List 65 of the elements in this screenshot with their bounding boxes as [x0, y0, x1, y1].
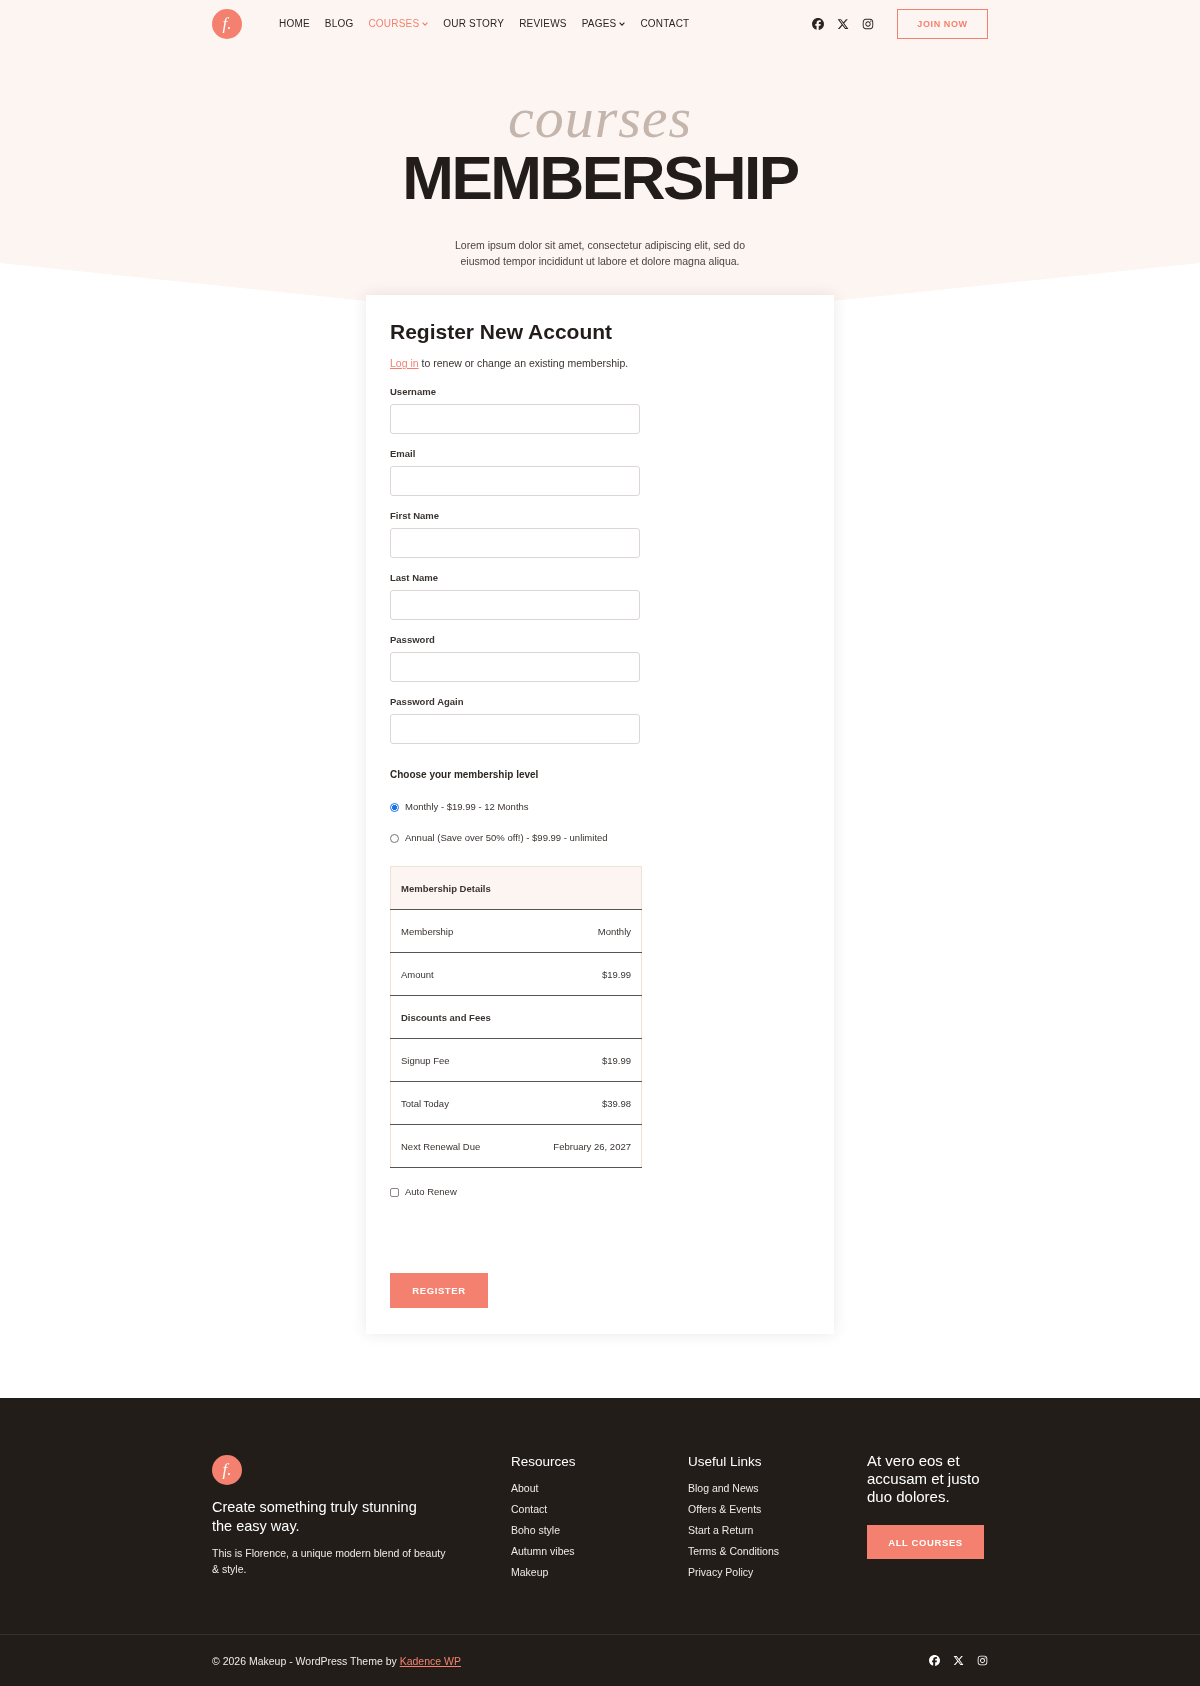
footer-tagline: Create something truly stunning the easy way. [212, 1498, 418, 1535]
footer-link[interactable]: Blog and News [688, 1481, 759, 1496]
footer-link[interactable]: Boho style [511, 1523, 561, 1538]
instagram-icon[interactable] [862, 18, 874, 30]
table-cell: Signup Fee [390, 1038, 517, 1082]
footer-link[interactable]: Terms & Conditions [688, 1544, 780, 1559]
section-heading: Choose your membership level [390, 768, 539, 782]
footer-link[interactable]: Contact [511, 1502, 548, 1517]
footer-column-title: Resources [511, 1453, 576, 1471]
facebook-icon[interactable] [929, 1655, 940, 1666]
copyright-text: © 2026 Makeup - WordPress Theme by Kadence WP [212, 1653, 461, 1668]
checkbox[interactable] [390, 1187, 399, 1197]
nav-link[interactable]: PAGES [581, 17, 626, 31]
checkbox-label[interactable]: Auto Renew [405, 1185, 457, 1199]
nav-link[interactable]: HOME [279, 17, 310, 31]
field-label: Username [390, 385, 437, 398]
radio-button[interactable] [390, 833, 399, 843]
login-prompt: Log in to renew or change an existing membership. [390, 356, 629, 370]
table-cell: February 26, 2027 [517, 1124, 642, 1168]
input-field[interactable] [390, 652, 640, 682]
form-title: Register New Account [390, 320, 613, 344]
x-logo-icon[interactable] [953, 1655, 964, 1666]
cta-text: At vero eos et accusam et justo duo dolores. [867, 1452, 981, 1506]
table-header-cell: Membership Details [390, 866, 642, 910]
input-field[interactable] [390, 590, 640, 620]
x-logo-icon[interactable] [837, 18, 849, 30]
footer-link[interactable]: Privacy Policy [688, 1565, 754, 1580]
hero-description: Lorem ipsum dolor sit amet, consectetur adipiscing elit, sed do eiusmod tempor incididunt ut labore et dolore magna aliqua. [453, 238, 747, 269]
nav-link[interactable]: REVIEWS [519, 17, 567, 31]
table-cell: Membership [390, 909, 517, 953]
nav-link[interactable]: CONTACT [640, 17, 690, 31]
table-cell: Next Renewal Due [390, 1124, 517, 1168]
field-label: Last Name [390, 571, 440, 584]
field-label: Password [390, 633, 436, 646]
footer-link[interactable]: Offers & Events [688, 1502, 762, 1517]
nav-link[interactable]: BLOG [324, 17, 354, 31]
table-cell: $19.99 [517, 952, 642, 996]
table-section-cell: Discounts and Fees [390, 995, 642, 1039]
table-cell: $19.99 [517, 1038, 642, 1082]
footer-link[interactable]: Start a Return [688, 1523, 754, 1538]
option-label[interactable]: Monthly - $19.99 - 12 Months [405, 800, 529, 814]
input-field[interactable] [390, 714, 640, 744]
table-cell: $39.98 [517, 1081, 642, 1125]
instagram-icon[interactable] [977, 1655, 988, 1666]
footer-description: This is Florence, a unique modern blend of beauty & style. [212, 1546, 447, 1577]
footer-link[interactable]: Autumn vibes [511, 1544, 575, 1559]
facebook-icon[interactable] [812, 18, 824, 30]
radio-button[interactable] [390, 802, 399, 812]
table-cell: Amount [390, 952, 517, 996]
input-field[interactable] [390, 466, 640, 496]
input-field[interactable] [390, 404, 640, 434]
input-field[interactable] [390, 528, 640, 558]
field-label: First Name [390, 509, 441, 522]
footer-link[interactable]: About [511, 1481, 539, 1496]
field-label: Password Again [390, 695, 465, 708]
page-title: MEMBERSHIP [402, 147, 798, 209]
credit-link[interactable]: Kadence WP [399, 1654, 461, 1667]
table-cell: Total Today [390, 1081, 517, 1125]
nav-link[interactable]: OUR STORY [443, 17, 505, 31]
footer-link[interactable]: Makeup [511, 1565, 549, 1580]
field-label: Email [390, 447, 417, 460]
script-subtitle: courses [507, 89, 693, 147]
option-label[interactable]: Annual (Save over 50% off!) - $99.99 - unlimited [405, 831, 608, 845]
table-cell: Monthly [517, 909, 642, 953]
footer-column-title: Useful Links [688, 1453, 762, 1471]
